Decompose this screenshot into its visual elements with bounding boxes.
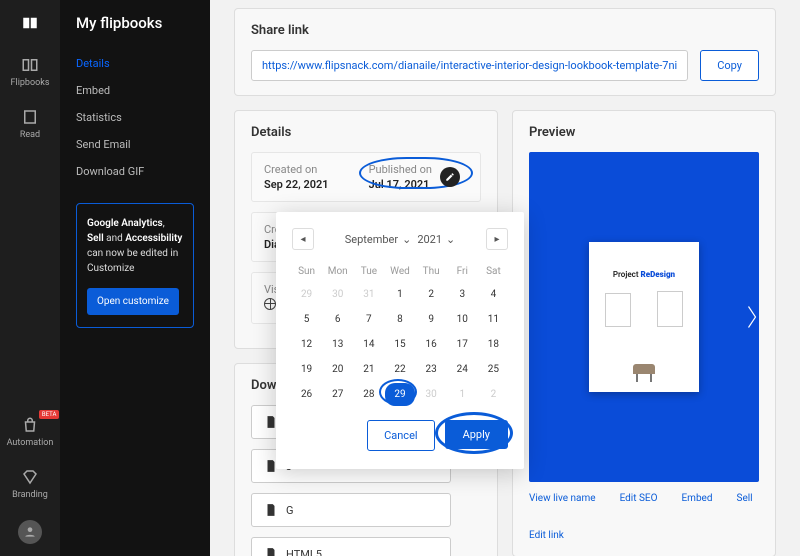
calendar-day[interactable]: 22 bbox=[385, 358, 414, 381]
share-panel: Share link Copy bbox=[234, 8, 776, 96]
calendar-day[interactable]: 1 bbox=[385, 283, 414, 306]
details-row: Created on Sep 22, 2021 Published on Jul… bbox=[251, 152, 481, 202]
annotation-circle bbox=[379, 379, 417, 405]
calendar-day[interactable]: 9 bbox=[417, 308, 446, 331]
book-cover[interactable]: Project ReDesign bbox=[589, 242, 699, 392]
preview-links: View live name Edit SEO Embed Sell Edit … bbox=[529, 492, 759, 542]
calendar-day[interactable]: 15 bbox=[385, 333, 414, 356]
sidebar: My flipbooks Details Embed Statistics Se… bbox=[60, 0, 210, 556]
left-rail: Flipbooks Read Automation Branding bbox=[0, 0, 60, 556]
share-title: Share link bbox=[251, 23, 759, 38]
rail-item-branding[interactable]: Branding bbox=[12, 468, 48, 500]
rail-label: Automation bbox=[7, 438, 54, 448]
calendar-day: 30 bbox=[417, 383, 446, 406]
year-select[interactable]: 2021 ⌄ bbox=[417, 233, 455, 246]
calendar-day[interactable]: 24 bbox=[448, 358, 477, 381]
next-month-button[interactable]: ▸ bbox=[486, 228, 508, 250]
rail-item-flipbooks[interactable]: Flipbooks bbox=[11, 56, 50, 88]
calendar-day[interactable]: 5 bbox=[292, 308, 321, 331]
calendar-day[interactable]: 26 bbox=[292, 383, 321, 406]
sidebar-title: My flipbooks bbox=[76, 14, 194, 32]
calendar-day[interactable]: 20 bbox=[323, 358, 352, 381]
app-logo[interactable] bbox=[21, 14, 39, 36]
dow-label: Sat bbox=[479, 262, 508, 281]
rail-label: Branding bbox=[12, 490, 48, 500]
calendar-day: 1 bbox=[448, 383, 477, 406]
dow-label: Mon bbox=[323, 262, 352, 281]
calendar-day[interactable]: 17 bbox=[448, 333, 477, 356]
sidebar-item-details[interactable]: Details bbox=[76, 50, 194, 77]
sidebar-item-download-gif[interactable]: Download GIF bbox=[76, 158, 194, 185]
datepicker-modal: ◂ September ⌄ 2021 ⌄ ▸ SunMonTueWedThuFr… bbox=[276, 212, 524, 469]
link-edit-link[interactable]: Edit link bbox=[529, 529, 564, 542]
book-title: Project ReDesign bbox=[613, 270, 675, 279]
calendar-day[interactable]: 18 bbox=[479, 333, 508, 356]
rail-item-automation[interactable]: Automation bbox=[7, 416, 54, 448]
link-view-live[interactable]: View live name bbox=[529, 492, 596, 505]
calendar-day[interactable]: 23 bbox=[417, 358, 446, 381]
preview-viewer: Project ReDesign bbox=[529, 152, 759, 482]
dow-label: Tue bbox=[354, 262, 383, 281]
dow-label: Wed bbox=[385, 262, 414, 281]
download-html5-button[interactable]: HTML5 bbox=[251, 537, 451, 556]
preview-panel: Preview Project ReDesign bbox=[512, 110, 776, 556]
calendar-day[interactable]: 25 bbox=[479, 358, 508, 381]
avatar[interactable] bbox=[18, 520, 42, 544]
calendar-day: 31 bbox=[354, 283, 383, 306]
sidebar-item-statistics[interactable]: Statistics bbox=[76, 104, 194, 131]
calendar-day[interactable]: 12 bbox=[292, 333, 321, 356]
calendar-day[interactable]: 3 bbox=[448, 283, 477, 306]
dow-label: Thu bbox=[417, 262, 446, 281]
rail-label: Read bbox=[20, 130, 40, 140]
calendar-day[interactable]: 28 bbox=[354, 383, 383, 406]
copy-button[interactable]: Copy bbox=[700, 50, 759, 81]
sidebar-item-embed[interactable]: Embed bbox=[76, 77, 194, 104]
calendar-day[interactable]: 10 bbox=[448, 308, 477, 331]
calendar-day[interactable]: 2 bbox=[417, 283, 446, 306]
calendar-day[interactable]: 14 bbox=[354, 333, 383, 356]
link-sell[interactable]: Sell bbox=[737, 492, 753, 505]
calendar-day[interactable]: 19 bbox=[292, 358, 321, 381]
share-url-input[interactable] bbox=[251, 50, 688, 81]
dow-label: Sun bbox=[292, 262, 321, 281]
open-customize-button[interactable]: Open customize bbox=[87, 288, 179, 315]
rail-item-read[interactable]: Read bbox=[20, 108, 40, 140]
calendar-grid: SunMonTueWedThuFriSat2930311234567891011… bbox=[292, 262, 508, 406]
calendar-day[interactable]: 8 bbox=[385, 308, 414, 331]
dow-label: Fri bbox=[448, 262, 477, 281]
prev-month-button[interactable]: ◂ bbox=[292, 228, 314, 250]
calendar-day[interactable]: 13 bbox=[323, 333, 352, 356]
cancel-button[interactable]: Cancel bbox=[367, 420, 434, 451]
chevron-down-icon: ⌄ bbox=[446, 233, 455, 246]
calendar-day[interactable]: 16 bbox=[417, 333, 446, 356]
edit-published-date-button[interactable] bbox=[440, 167, 460, 187]
calendar-day[interactable]: 29 bbox=[385, 383, 414, 406]
link-edit-seo[interactable]: Edit SEO bbox=[620, 492, 658, 505]
calendar-day: 2 bbox=[479, 383, 508, 406]
tip-box: Google Analytics, Sell and Accessibility… bbox=[76, 203, 194, 328]
sidebar-item-send-email[interactable]: Send Email bbox=[76, 131, 194, 158]
link-embed[interactable]: Embed bbox=[681, 492, 712, 505]
calendar-day: 30 bbox=[323, 283, 352, 306]
globe-icon bbox=[264, 298, 276, 310]
download-gif-button[interactable]: G bbox=[251, 493, 451, 527]
preview-title: Preview bbox=[529, 125, 759, 140]
calendar-day[interactable]: 7 bbox=[354, 308, 383, 331]
calendar-day[interactable]: 6 bbox=[323, 308, 352, 331]
calendar-day: 29 bbox=[292, 283, 321, 306]
calendar-day[interactable]: 4 bbox=[479, 283, 508, 306]
details-title: Details bbox=[251, 125, 481, 140]
apply-button[interactable]: Apply bbox=[445, 420, 508, 449]
calendar-day[interactable]: 27 bbox=[323, 383, 352, 406]
calendar-day[interactable]: 21 bbox=[354, 358, 383, 381]
next-page-button[interactable] bbox=[741, 297, 763, 337]
month-select[interactable]: September ⌄ bbox=[345, 233, 412, 246]
chevron-down-icon: ⌄ bbox=[402, 233, 411, 246]
calendar-day[interactable]: 11 bbox=[479, 308, 508, 331]
rail-label: Flipbooks bbox=[11, 78, 50, 88]
